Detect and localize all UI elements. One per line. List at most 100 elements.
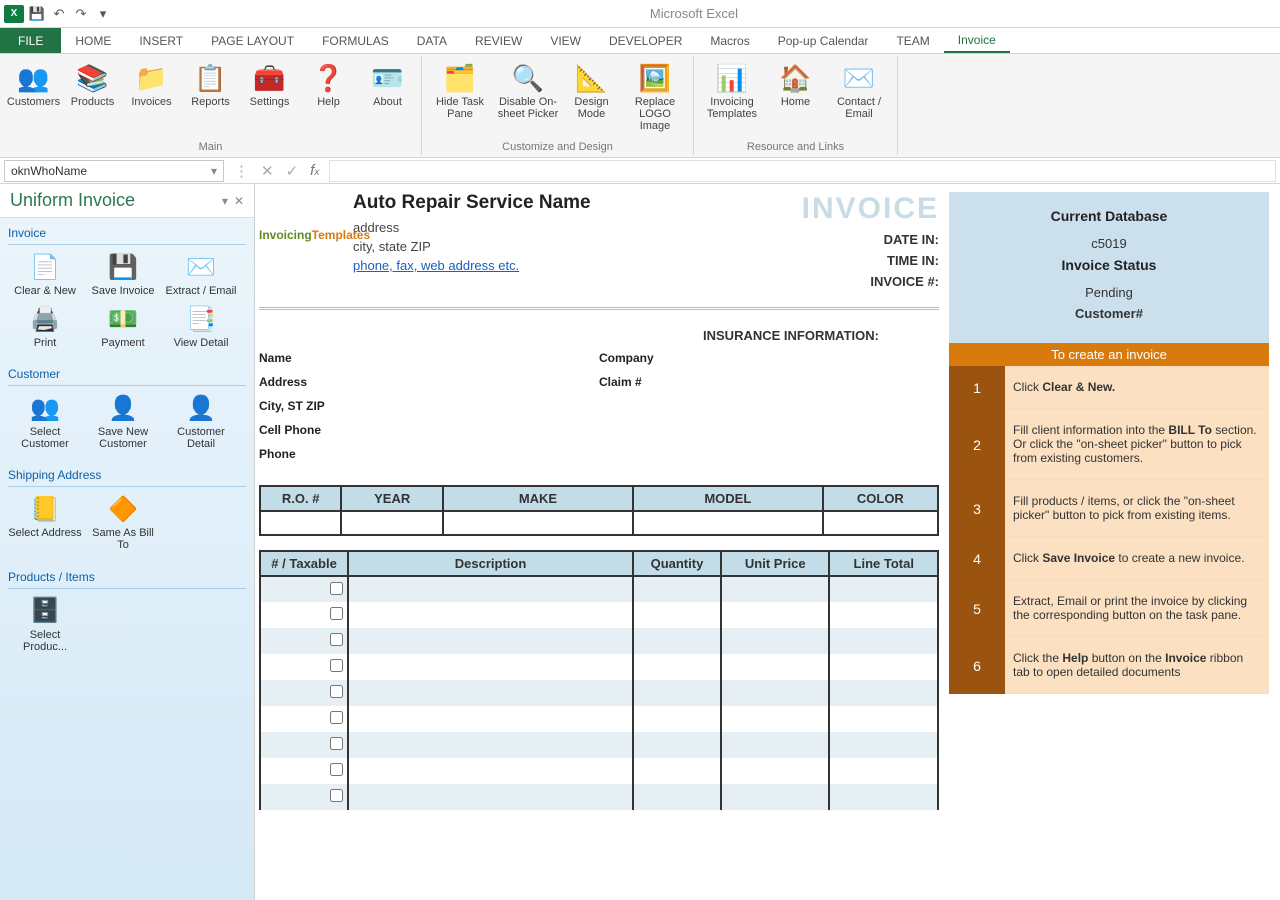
tab-insert[interactable]: INSERT bbox=[125, 28, 197, 53]
item-row[interactable] bbox=[260, 602, 938, 628]
templates-icon: 📊 bbox=[716, 62, 748, 94]
taskpane-icon: 🗂️ bbox=[444, 62, 476, 94]
taxable-checkbox[interactable] bbox=[330, 582, 343, 595]
tab-data[interactable]: DATA bbox=[403, 28, 461, 53]
ribbon-home-button[interactable]: 🏠Home bbox=[768, 58, 823, 139]
extract-icon: ✉️ bbox=[184, 253, 218, 283]
tp-print-button[interactable]: 🖨️Print bbox=[8, 303, 82, 351]
tab-team[interactable]: TEAM bbox=[882, 28, 943, 53]
ribbon-products-button[interactable]: 📚Products bbox=[65, 58, 120, 139]
taxable-checkbox[interactable] bbox=[330, 659, 343, 672]
tab-formulas[interactable]: FORMULAS bbox=[308, 28, 403, 53]
tp-extract-email-button[interactable]: ✉️Extract / Email bbox=[164, 251, 238, 299]
veh-th-ro: R.O. # bbox=[260, 486, 341, 511]
help-step: 2Fill client information into the BILL T… bbox=[949, 409, 1269, 480]
image-icon: 🖼️ bbox=[639, 62, 671, 94]
tab-page-layout[interactable]: PAGE LAYOUT bbox=[197, 28, 308, 53]
qat-dropdown-icon[interactable]: ▾ bbox=[94, 5, 112, 23]
name-box[interactable]: oknWhoName ▾ bbox=[4, 160, 224, 182]
tp-select-customer-button[interactable]: 👥Select Customer bbox=[8, 392, 82, 452]
tab-popup-calendar[interactable]: Pop-up Calendar bbox=[764, 28, 883, 53]
item-row[interactable] bbox=[260, 758, 938, 784]
more-icon[interactable]: ⋮ bbox=[234, 162, 249, 180]
ribbon-invoicing-templates-button[interactable]: 📊Invoicing Templates bbox=[700, 58, 764, 139]
bill-company-label: Company bbox=[599, 351, 939, 365]
bill-claim-label: Claim # bbox=[599, 375, 939, 389]
save-icon[interactable]: 💾 bbox=[28, 5, 46, 23]
worksheet[interactable]: InvoicingTemplates Auto Repair Service N… bbox=[255, 184, 1280, 900]
item-row[interactable] bbox=[260, 654, 938, 680]
taskpane-menu-icon[interactable]: ▾ bbox=[222, 194, 228, 208]
help-icon: ❓ bbox=[313, 62, 345, 94]
item-row[interactable] bbox=[260, 576, 938, 602]
ribbon-hide-taskpane-button[interactable]: 🗂️Hide Task Pane bbox=[428, 58, 492, 139]
veh-th-make: MAKE bbox=[443, 486, 633, 511]
vehicle-row[interactable] bbox=[260, 511, 938, 535]
tp-clear-new-button[interactable]: 📄Clear & New bbox=[8, 251, 82, 299]
ribbon-about-button[interactable]: 🪪About bbox=[360, 58, 415, 139]
item-row[interactable] bbox=[260, 628, 938, 654]
item-row[interactable] bbox=[260, 784, 938, 810]
title-bar: X 💾 ↶ ↷ ▾ Microsoft Excel bbox=[0, 0, 1280, 28]
help-step-number: 2 bbox=[949, 409, 1005, 480]
undo-icon[interactable]: ↶ bbox=[50, 5, 68, 23]
tab-invoice[interactable]: Invoice bbox=[944, 28, 1010, 53]
tp-payment-button[interactable]: 💵Payment bbox=[86, 303, 160, 351]
business-city[interactable]: city, state ZIP bbox=[353, 239, 591, 254]
help-panel: Current Database c5019 Invoice Status Pe… bbox=[949, 192, 1269, 892]
tp-view-detail-button[interactable]: 📑View Detail bbox=[164, 303, 238, 351]
item-th-description: Description bbox=[348, 551, 633, 576]
tp-select-products-button[interactable]: 🗄️Select Produc... bbox=[8, 595, 82, 655]
help-step: 4Click Save Invoice to create a new invo… bbox=[949, 537, 1269, 580]
tp-save-invoice-button[interactable]: 💾Save Invoice bbox=[86, 251, 160, 299]
fx-icon[interactable]: fx bbox=[310, 162, 319, 179]
tab-home[interactable]: HOME bbox=[61, 28, 125, 53]
taxable-checkbox[interactable] bbox=[330, 607, 343, 620]
tp-select-address-button[interactable]: 📒Select Address bbox=[8, 493, 82, 553]
business-address[interactable]: address bbox=[353, 220, 591, 235]
close-icon[interactable]: ✕ bbox=[234, 194, 244, 208]
ribbon-help-button[interactable]: ❓Help bbox=[301, 58, 356, 139]
ribbon-replace-logo-button[interactable]: 🖼️Replace LOGO Image bbox=[623, 58, 687, 139]
item-row[interactable] bbox=[260, 706, 938, 732]
ribbon-invoices-button[interactable]: 📁Invoices bbox=[124, 58, 179, 139]
formula-input[interactable] bbox=[329, 160, 1276, 182]
chevron-down-icon[interactable]: ▾ bbox=[211, 164, 217, 178]
ribbon-contact-button[interactable]: ✉️Contact / Email bbox=[827, 58, 891, 139]
taxable-checkbox[interactable] bbox=[330, 633, 343, 646]
tab-macros[interactable]: Macros bbox=[696, 28, 763, 53]
ribbon-customers-button[interactable]: 👥Customers bbox=[6, 58, 61, 139]
ribbon-design-mode-button[interactable]: 📐Design Mode bbox=[564, 58, 619, 139]
help-step-text: Extract, Email or print the invoice by c… bbox=[1005, 580, 1269, 637]
item-table: # / Taxable Description Quantity Unit Pr… bbox=[259, 550, 939, 810]
tab-file[interactable]: FILE bbox=[0, 28, 61, 53]
taxable-checkbox[interactable] bbox=[330, 763, 343, 776]
tp-save-new-customer-button[interactable]: 👤Save New Customer bbox=[86, 392, 160, 452]
business-contact-link[interactable]: phone, fax, web address etc. bbox=[353, 258, 591, 273]
enter-icon[interactable]: ✓ bbox=[286, 162, 299, 180]
item-row[interactable] bbox=[260, 680, 938, 706]
taxable-checkbox[interactable] bbox=[330, 789, 343, 802]
veh-th-color: COLOR bbox=[823, 486, 938, 511]
customers-icon: 👥 bbox=[18, 62, 50, 94]
tab-developer[interactable]: DEVELOPER bbox=[595, 28, 696, 53]
redo-icon[interactable]: ↷ bbox=[72, 5, 90, 23]
taxable-checkbox[interactable] bbox=[330, 737, 343, 750]
business-name[interactable]: Auto Repair Service Name bbox=[353, 192, 591, 214]
item-row[interactable] bbox=[260, 732, 938, 758]
ribbon-disable-picker-button[interactable]: 🔍Disable On-sheet Picker bbox=[496, 58, 560, 139]
tp-same-as-bill-button[interactable]: 🔶Same As Bill To bbox=[86, 493, 160, 553]
ribbon-reports-button[interactable]: 📋Reports bbox=[183, 58, 238, 139]
taxable-checkbox[interactable] bbox=[330, 685, 343, 698]
ribbon-settings-button[interactable]: 🧰Settings bbox=[242, 58, 297, 139]
cancel-icon[interactable]: ✕ bbox=[261, 162, 274, 180]
new-customer-icon: 👤 bbox=[106, 394, 140, 424]
tp-customer-detail-button[interactable]: 👤Customer Detail bbox=[164, 392, 238, 452]
help-step: 5Extract, Email or print the invoice by … bbox=[949, 580, 1269, 637]
tab-view[interactable]: VIEW bbox=[536, 28, 595, 53]
db-title: Current Database bbox=[959, 208, 1259, 224]
tab-review[interactable]: REVIEW bbox=[461, 28, 536, 53]
taxable-checkbox[interactable] bbox=[330, 711, 343, 724]
tp-section-customer: Customer bbox=[8, 363, 246, 386]
veh-th-year: YEAR bbox=[341, 486, 443, 511]
